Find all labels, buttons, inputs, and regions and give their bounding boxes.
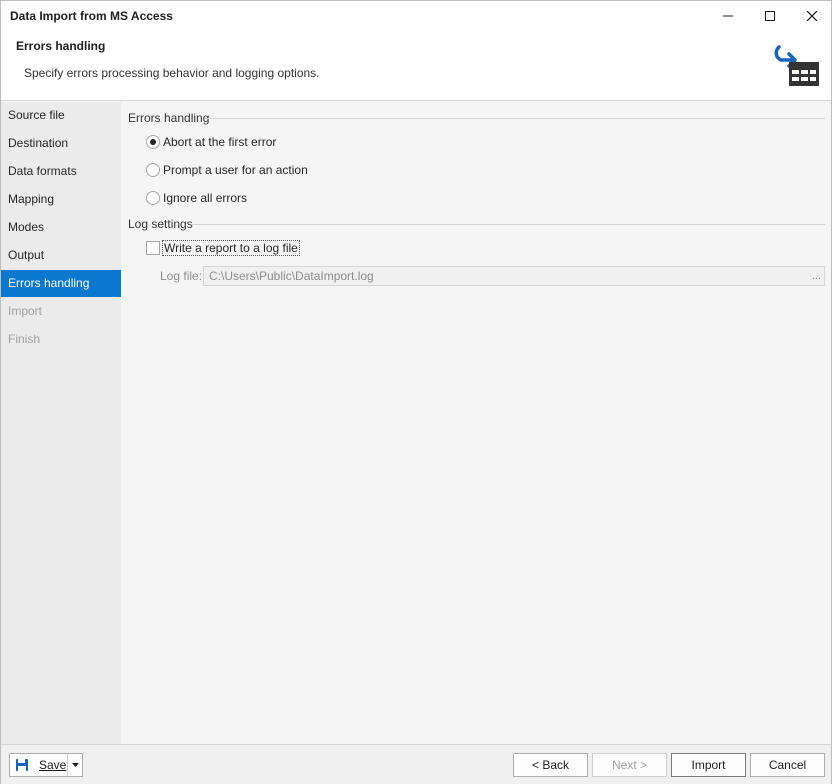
sidebar-item-finish: Finish [8,332,41,346]
close-icon [807,11,817,21]
errors-handling-group-label: Errors handling [128,111,210,125]
chevron-down-icon[interactable] [72,763,79,767]
group-divider [191,224,825,225]
next-button: Next > [592,753,667,777]
browse-button[interactable]: ... [812,267,821,285]
abort-first-error-radio[interactable] [146,135,160,149]
sidebar-item-mapping[interactable]: Mapping [1,186,121,213]
sidebar-item-errors-handling[interactable]: Errors handling [1,270,121,297]
wizard-header: Errors handling Specify errors processin… [1,31,831,101]
group-divider [205,118,825,119]
window-title: Data Import from MS Access [10,9,173,23]
ignore-all-errors-radio[interactable] [146,191,160,205]
wizard-steps-sidebar: Source file Destination Data formats Map… [1,102,121,744]
write-report-checkbox[interactable] [146,241,160,255]
save-split-button[interactable]: Save [9,753,83,777]
split-divider [67,754,68,776]
prompt-user-label[interactable]: Prompt a user for an action [163,163,308,177]
save-button-label: Save [39,758,67,772]
sidebar-item-import: Import [8,304,43,318]
close-button[interactable] [791,1,832,31]
prompt-user-radio[interactable] [146,163,160,177]
title-bar[interactable]: Data Import from MS Access [1,1,831,31]
minimize-button[interactable] [707,1,749,31]
minimize-icon [723,15,733,17]
sidebar-item-output[interactable]: Output [1,242,121,269]
sidebar-item-source-file[interactable]: Source file [1,102,121,129]
sidebar-item-destination[interactable]: Destination [1,130,121,157]
import-button[interactable]: Import [671,753,746,777]
page-description: Specify errors processing behavior and l… [24,66,320,80]
log-file-input[interactable]: C:\Users\Public\DataImport.log ... [203,266,825,286]
floppy-disk-icon [16,759,28,771]
sidebar-item-modes[interactable]: Modes [1,214,121,241]
log-settings-group-label: Log settings [128,217,193,231]
maximize-button[interactable] [749,1,791,31]
write-report-label[interactable]: Write a report to a log file [162,240,300,256]
abort-first-error-label[interactable]: Abort at the first error [163,135,276,149]
back-button[interactable]: < Back [513,753,588,777]
errors-handling-panel: Errors handling Abort at the first error… [121,102,831,744]
cancel-button[interactable]: Cancel [750,753,825,777]
ignore-all-errors-label[interactable]: Ignore all errors [163,191,247,205]
log-file-path: C:\Users\Public\DataImport.log [209,269,374,283]
wizard-footer: Save < Back Next > Import Cancel [1,744,831,784]
import-wizard-window: Data Import from MS Access Errors handli… [0,0,832,784]
sidebar-item-data-formats[interactable]: Data formats [1,158,121,185]
log-file-label: Log file: [160,269,203,283]
import-table-icon [774,45,819,86]
maximize-icon [765,11,775,21]
page-title: Errors handling [16,39,106,53]
